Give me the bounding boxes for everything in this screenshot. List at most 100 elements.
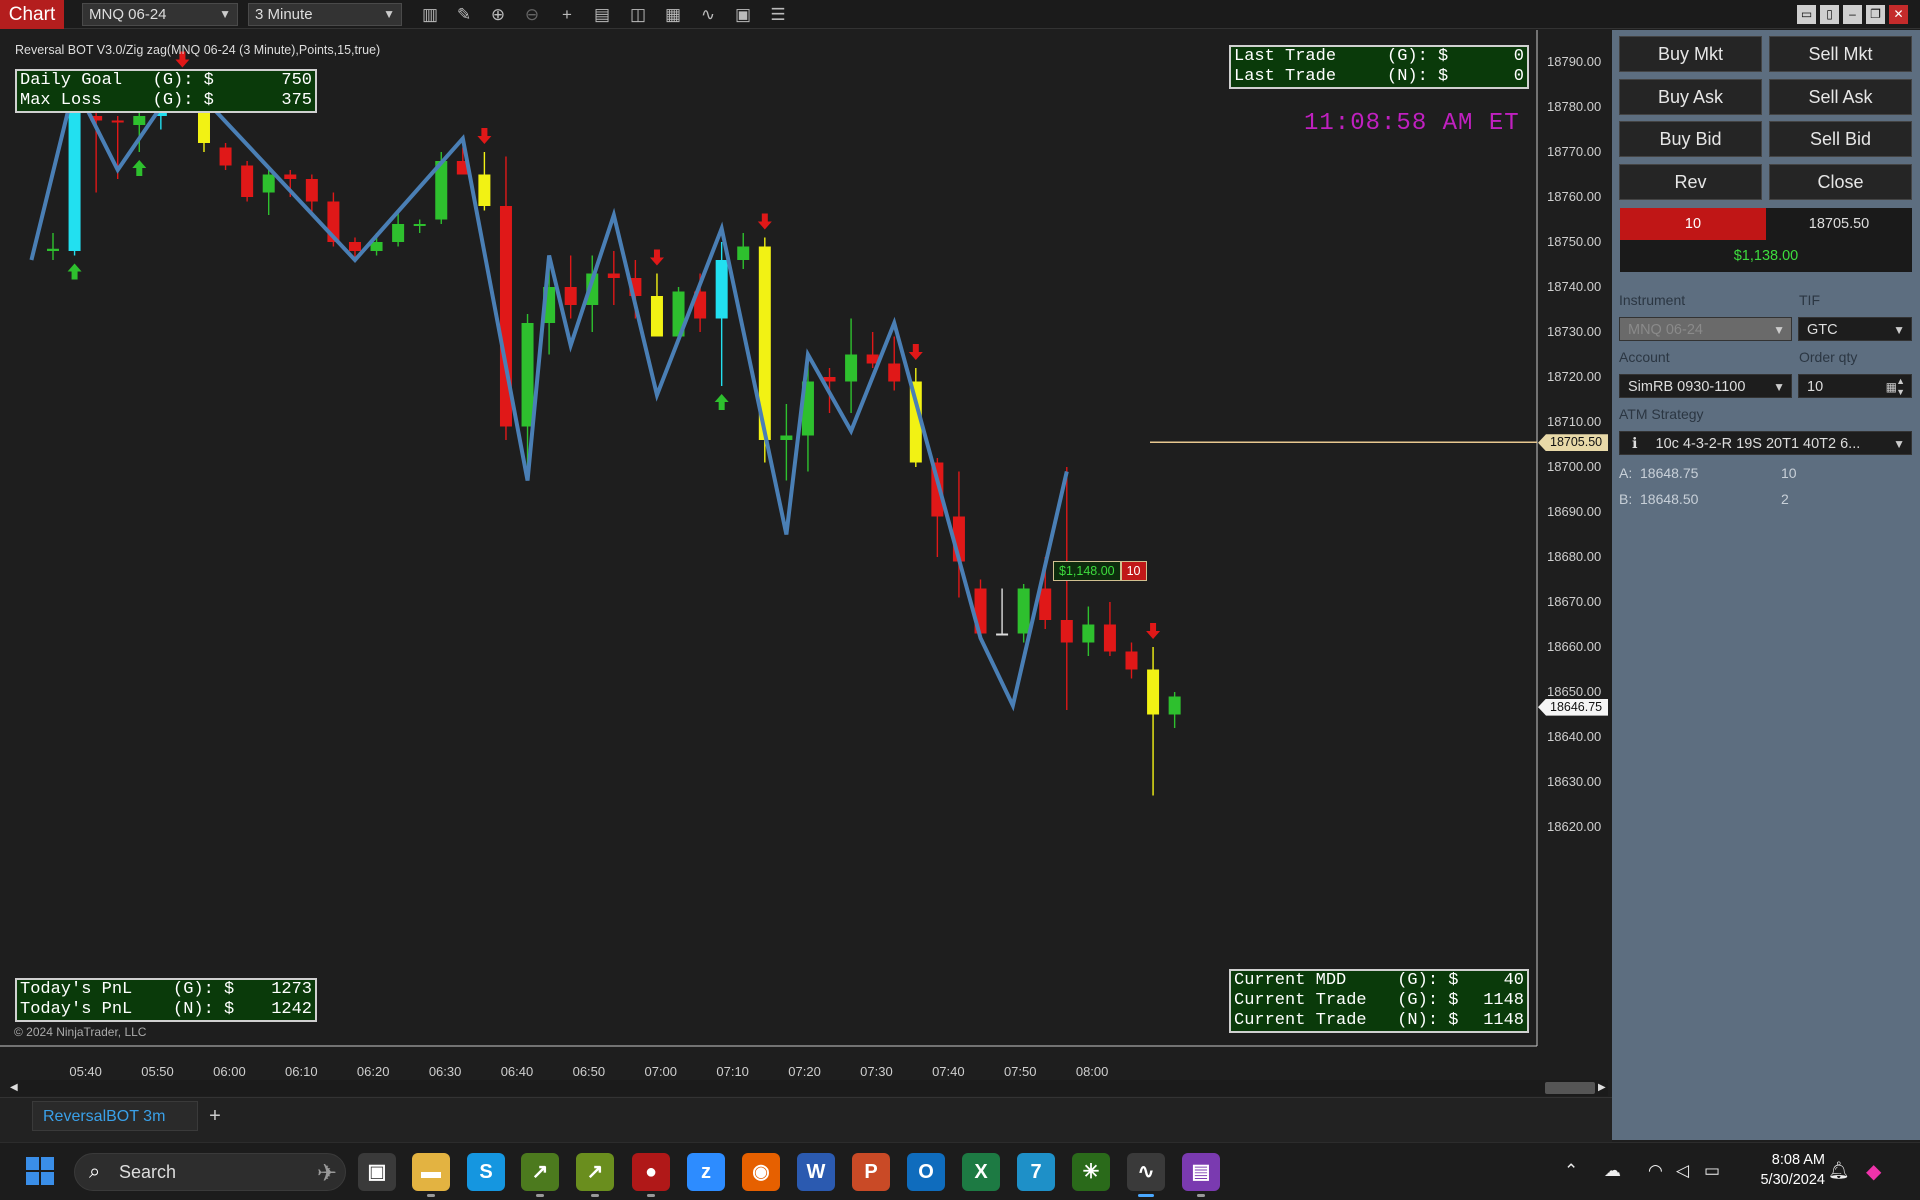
- window-tile-icon[interactable]: ▯: [1820, 5, 1839, 24]
- info-icon[interactable]: ℹ: [1632, 436, 1638, 452]
- wifi-icon[interactable]: ◠: [1648, 1161, 1663, 1181]
- todays-pnl-box: Today's PnL (G): $1273 Today's PnL (N): $…: [15, 978, 317, 1022]
- taskbar-time[interactable]: 8:08 AM: [1745, 1152, 1825, 1168]
- candle: [47, 233, 59, 260]
- indicator-label: Reversal BOT V3.0/Zig zag(MNQ 06-24 (3 M…: [15, 43, 381, 57]
- app-green-1-icon[interactable]: ↗: [521, 1153, 559, 1197]
- menu-list-icon[interactable]: ☰: [766, 3, 790, 26]
- file-explorer-icon[interactable]: ▬: [412, 1153, 450, 1197]
- candle: [478, 152, 491, 211]
- price-tick-label: 18710.00: [1547, 414, 1602, 429]
- copilot-icon[interactable]: ◆: [1866, 1159, 1881, 1184]
- indicators-icon[interactable]: ∿: [696, 3, 720, 26]
- buy-mkt-button[interactable]: Buy Mkt: [1619, 36, 1762, 72]
- close-button[interactable]: Close: [1769, 163, 1912, 200]
- sell-signal-arrow-icon: [908, 344, 923, 360]
- candle: [413, 219, 426, 233]
- draw-pencil-icon[interactable]: ✎: [452, 3, 476, 26]
- order-qty-stepper[interactable]: 10 ▦ ▲ ▼: [1798, 374, 1912, 398]
- candle: [1103, 602, 1116, 656]
- bracket-a-qty: 10: [1781, 465, 1797, 481]
- chevron-up-icon[interactable]: ⌃: [1564, 1161, 1578, 1181]
- data-box-icon[interactable]: ▤: [590, 3, 614, 26]
- buy-bid-button[interactable]: Buy Bid: [1619, 121, 1762, 157]
- templates-icon[interactable]: ◫: [626, 3, 650, 26]
- notification-bell-icon[interactable]: 🔔︎: [1828, 1161, 1850, 1181]
- crosshair-icon[interactable]: +: [555, 3, 579, 26]
- volume-muted-icon[interactable]: ◁: [1676, 1161, 1689, 1181]
- tif-select[interactable]: GTC ▼: [1798, 317, 1912, 341]
- outlook-icon[interactable]: O: [907, 1153, 945, 1191]
- excel-icon[interactable]: X: [962, 1153, 1000, 1191]
- atm-strategy-value: 10c 4-3-2-R 19S 20T1 40T2 6...: [1655, 436, 1861, 452]
- chart-horizontal-scrollbar[interactable]: ◀ ▶: [10, 1080, 1608, 1096]
- chevron-down-icon: ▼: [383, 7, 395, 21]
- zoom-out-icon[interactable]: ⊖: [520, 3, 544, 26]
- scrollbar-thumb[interactable]: [1545, 1082, 1595, 1094]
- stepper-arrows-icon[interactable]: ▲ ▼: [1896, 376, 1905, 398]
- chart-panel[interactable]: Reversal BOT V3.0/Zig zag(MNQ 06-24 (3 M…: [0, 30, 1612, 1079]
- onedrive-cloud-icon[interactable]: ☁: [1604, 1161, 1621, 1181]
- price-tick-label: 18660.00: [1547, 639, 1602, 654]
- sell-ask-button[interactable]: Sell Ask: [1769, 78, 1912, 115]
- bracket-b-price: 18648.50: [1640, 491, 1699, 507]
- scroll-right-icon[interactable]: ▶: [1598, 1082, 1608, 1094]
- current-trade-row: Current Trade (G): $ 1148: [1234, 991, 1524, 1011]
- tradingview-icon[interactable]: 7: [1017, 1153, 1055, 1191]
- candle-body: [996, 633, 1009, 636]
- zoom-icon[interactable]: z: [687, 1153, 725, 1191]
- firefox-icon[interactable]: ◉: [742, 1153, 780, 1191]
- windows-start-icon[interactable]: [26, 1157, 54, 1185]
- last-trade-value: 0: [1513, 47, 1524, 66]
- buy-ask-button[interactable]: Buy Ask: [1619, 78, 1762, 115]
- time-tick-label: 07:40: [932, 1064, 965, 1079]
- position-label[interactable]: $1,148.00 10: [1053, 561, 1147, 581]
- atm-strategy-select[interactable]: ℹ 10c 4-3-2-R 19S 20T1 40T2 6... ▼: [1619, 431, 1912, 455]
- candle-body: [1147, 669, 1160, 715]
- tif-select-value: GTC: [1807, 322, 1838, 338]
- taskbar-search[interactable]: ⌕ Search ✈: [74, 1153, 346, 1191]
- tab-reversalbot-3m[interactable]: ReversalBOT 3m: [32, 1101, 198, 1131]
- skype-icon[interactable]: S: [467, 1153, 505, 1191]
- powerpoint-icon[interactable]: P: [852, 1153, 890, 1191]
- battery-icon[interactable]: ▭: [1704, 1161, 1720, 1181]
- restore-icon[interactable]: ❐: [1866, 5, 1885, 24]
- todays-pnl-label: Today's PnL (N): $: [20, 1000, 235, 1019]
- bar-type-icon[interactable]: ▥: [418, 3, 442, 26]
- properties-icon[interactable]: ▣: [731, 3, 755, 26]
- window-layout-icon[interactable]: ▭: [1797, 5, 1816, 24]
- running-indicator: [427, 1194, 435, 1197]
- account-select[interactable]: SimRB 0930-1100 ▼: [1619, 374, 1792, 398]
- sell-mkt-button[interactable]: Sell Mkt: [1769, 36, 1912, 72]
- minimize-icon[interactable]: –: [1843, 5, 1862, 24]
- chart-window-tab[interactable]: Chart: [0, 0, 64, 29]
- rev-button[interactable]: Rev: [1619, 163, 1762, 200]
- app-leaf-icon[interactable]: ✳: [1072, 1153, 1110, 1191]
- order-qty-label: Order qty: [1799, 349, 1858, 365]
- word-icon[interactable]: W: [797, 1153, 835, 1191]
- todays-pnl-row: Today's PnL (G): $ 1273: [20, 980, 312, 1000]
- zoom-in-icon[interactable]: ⊕: [486, 3, 510, 26]
- instrument-select[interactable]: MNQ 06-24 ▼: [1619, 317, 1792, 341]
- app-green-2-icon[interactable]: ↗: [576, 1153, 614, 1197]
- close-icon[interactable]: ✕: [1889, 5, 1908, 24]
- goal-value: 375: [281, 91, 312, 110]
- price-tick-label: 18770.00: [1547, 144, 1602, 159]
- interval-selector[interactable]: 3 Minute ▼: [248, 3, 402, 26]
- taskbar-date[interactable]: 5/30/2024: [1735, 1172, 1825, 1188]
- record-icon[interactable]: ●: [632, 1153, 670, 1197]
- strategies-icon[interactable]: ▦: [661, 3, 685, 26]
- ninjatrader-icon[interactable]: ∿: [1127, 1153, 1165, 1197]
- add-tab-button[interactable]: +: [204, 1103, 226, 1129]
- task-view-icon[interactable]: ▣: [358, 1153, 396, 1191]
- candle-body: [219, 147, 232, 166]
- price-chart[interactable]: [0, 30, 1612, 1078]
- chevron-down-icon: ▼: [1773, 323, 1785, 337]
- current-trade-value: 1148: [1483, 1011, 1524, 1030]
- position-pnl: $1,148.00: [1053, 561, 1121, 581]
- candle-body: [521, 323, 534, 427]
- sell-bid-button[interactable]: Sell Bid: [1769, 121, 1912, 157]
- clipchamp-icon[interactable]: ▤: [1182, 1153, 1220, 1197]
- scroll-left-icon[interactable]: ◀: [10, 1082, 20, 1094]
- instrument-selector[interactable]: MNQ 06-24 ▼: [82, 3, 238, 26]
